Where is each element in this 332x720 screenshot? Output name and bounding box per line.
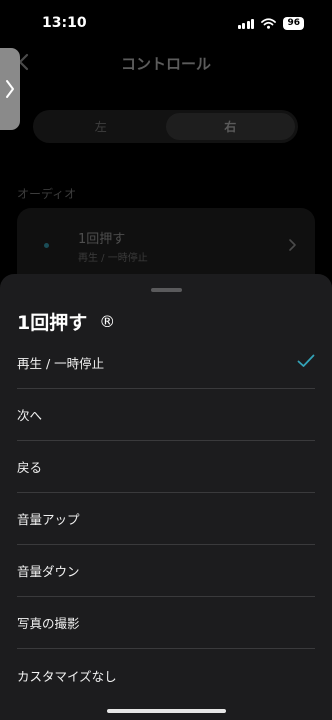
status-time: 13:10 [42,15,87,31]
option-previous[interactable]: 戻る [17,441,315,493]
checkmark-icon [297,354,315,367]
cellular-signal-icon [237,18,255,29]
chevron-right-icon [6,80,14,98]
status-bar: 13:10 96 [0,0,332,48]
tab-left[interactable]: 左 [36,113,166,140]
sheet-grabber[interactable] [151,288,182,292]
status-dot-icon [44,243,49,248]
card-title: 1回押す [78,232,126,247]
option-volume-up[interactable]: 音量アップ [17,493,315,545]
option-label: 再生 / 一時停止 [17,356,105,371]
home-indicator [107,709,226,713]
side-segmented-control: 左 右 [33,110,298,143]
option-label: 写真の撮影 [17,616,80,631]
chevron-right-icon [289,239,296,251]
registered-mark-icon: ® [99,312,116,331]
side-panel-handle[interactable] [0,48,20,130]
option-label: 次へ [17,408,43,423]
option-next[interactable]: 次へ [17,389,315,441]
status-icons: 96 [237,17,304,30]
option-label: 戻る [17,460,43,475]
tab-right[interactable]: 右 [165,113,295,140]
option-no-customization[interactable]: カスタマイズなし [17,649,315,701]
action-bottom-sheet: 1回押す ® 再生 / 一時停止 次へ 戻る 音量アップ 音量ダウン 写真の撮影… [0,274,332,720]
battery-icon: 96 [283,17,304,30]
option-volume-down[interactable]: 音量ダウン [17,545,315,597]
option-label: カスタマイズなし [17,668,117,684]
sheet-title: 1回押す ® [17,308,115,335]
option-play-pause[interactable]: 再生 / 一時停止 [17,337,315,389]
option-label: 音量ダウン [17,564,80,579]
wifi-icon [261,18,277,29]
section-label-audio: オーディオ [17,187,77,201]
card-subtitle: 再生 / 一時停止 [78,253,148,264]
option-take-photo[interactable]: 写真の撮影 [17,597,315,649]
sheet-title-text: 1回押す [17,312,88,334]
option-label: 音量アップ [17,512,80,527]
page-title: コントロール [120,55,211,73]
options-list: 再生 / 一時停止 次へ 戻る 音量アップ 音量ダウン 写真の撮影 カスタマイズ… [0,337,332,701]
